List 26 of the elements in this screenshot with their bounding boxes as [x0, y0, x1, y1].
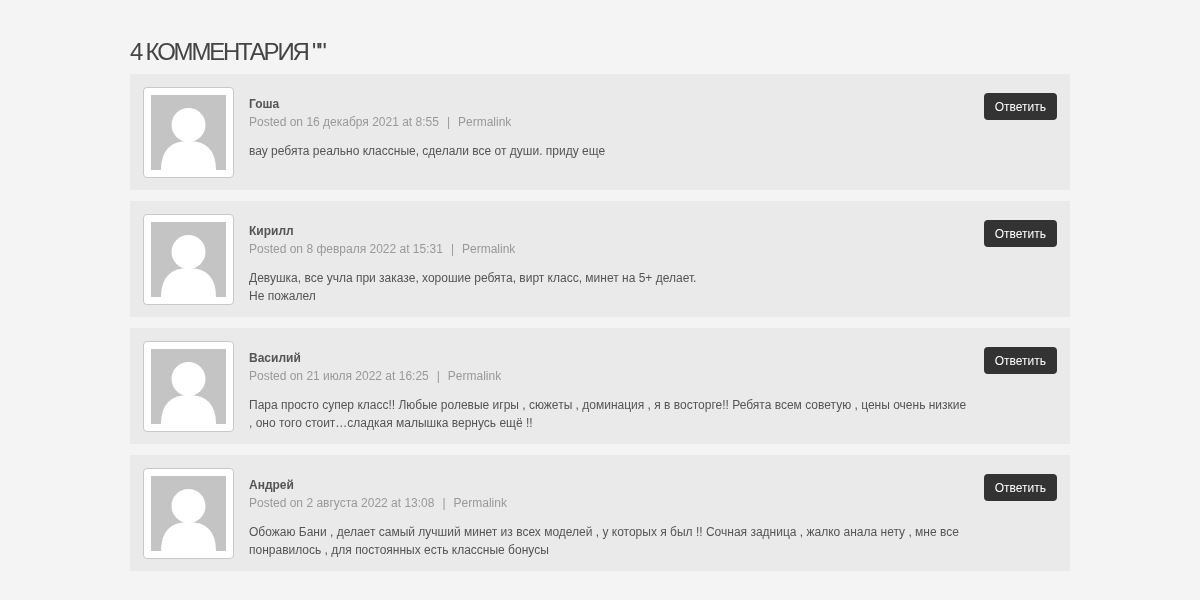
- avatar-icon: [151, 349, 226, 424]
- avatar-icon: [151, 222, 226, 297]
- separator: |: [446, 114, 450, 130]
- comment-text: Обожаю Бани , делает самый лучший минет из всех моделей , у которых я был !! Сочная задница , жалко анала нету , мне все понравилось , для постоянных есть классные бонусы: [249, 524, 960, 559]
- avatar-icon: [151, 95, 226, 170]
- comment-author: Кирилл: [249, 223, 294, 239]
- comment-text: Пара просто супер класс!! Любые ролевые игры , сюжеты , доминация , я в восторге!! Ребята всем советую , цены очень низкие , оно того стоит…сладкая малышка вернусь ещё !!: [249, 397, 968, 432]
- reply-button[interactable]: Ответить: [983, 220, 1057, 247]
- avatar-icon: [151, 476, 226, 551]
- comment-author: Василий: [249, 350, 301, 366]
- comment-date: Posted on 2 августа 2022 at 13:08: [249, 495, 435, 511]
- comment-text: Девушка, все учла при заказе, хорошие ребята, вирт класс, минет на 5+ делает.: [249, 270, 698, 287]
- comment-author: Андрей: [249, 477, 294, 493]
- comments-heading: 4 КОММЕНТАРИЯ "": [130, 38, 327, 66]
- comment-date: Posted on 21 июля 2022 at 16:25: [249, 368, 429, 384]
- comment-author: Гоша: [249, 96, 280, 112]
- separator: |: [442, 495, 446, 511]
- separator: |: [436, 368, 440, 384]
- reply-button[interactable]: Ответить: [983, 347, 1057, 374]
- reply-button[interactable]: Ответить: [983, 93, 1057, 120]
- reply-button[interactable]: Ответить: [983, 474, 1057, 501]
- comment-date: Posted on 8 февраля 2022 at 15:31: [249, 241, 443, 257]
- comment-date: Posted on 16 декабря 2021 at 8:55: [249, 114, 439, 130]
- comment-text: вау ребята реально классные, сделали все от души. приду еще: [249, 143, 607, 160]
- comment-text: Не пожалел: [249, 288, 317, 305]
- separator: |: [450, 241, 454, 257]
